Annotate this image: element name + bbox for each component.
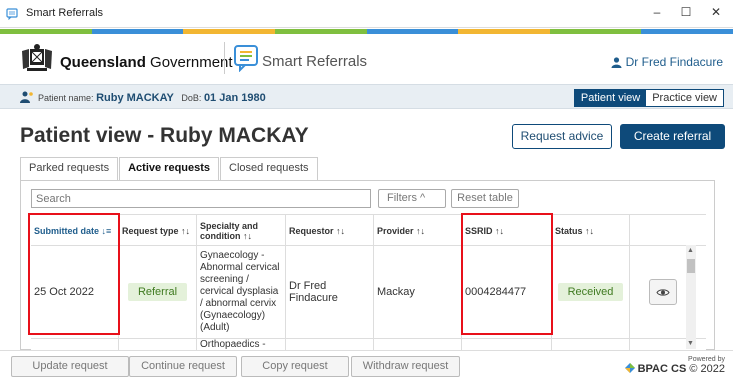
logo-divider: [224, 42, 225, 74]
app-header: Queensland Government Smart Referrals Dr…: [0, 34, 733, 82]
view-toggle: Patient view Practice view: [573, 89, 724, 107]
patient-bar: Patient name: Ruby MACKAY DoB: 01 Jan 19…: [0, 84, 733, 109]
eye-icon: [656, 288, 670, 296]
column-provider[interactable]: Provider ↑↓: [374, 215, 462, 247]
scroll-down-icon[interactable]: ▼: [687, 340, 694, 347]
filters-button[interactable]: Filters ^: [378, 189, 446, 208]
request-type-badge: Referral: [127, 283, 188, 301]
page-title: Patient view - Ruby MACKAY: [20, 124, 309, 147]
maximize-button[interactable]: ☐: [676, 5, 696, 19]
create-referral-button[interactable]: Create referral: [620, 124, 725, 149]
column-specialty[interactable]: Specialty and condition ↑↓: [197, 215, 286, 247]
request-tabs: Parked requests Active requests Closed r…: [20, 157, 319, 181]
patient-name: Ruby MACKAY: [96, 92, 174, 104]
app-name: Smart Referrals: [262, 53, 368, 70]
withdraw-request-button[interactable]: Withdraw request: [351, 356, 460, 377]
scroll-up-icon[interactable]: ▲: [687, 247, 694, 254]
cell-request-type: Referral: [119, 246, 197, 338]
user-name: Dr Fred Findacure: [625, 55, 723, 69]
tab-panel: Filters ^ Reset table Submitted date ↓≡ …: [20, 180, 715, 351]
patient-info: Patient name: Ruby MACKAY DoB: 01 Jan 19…: [38, 92, 266, 104]
continue-request-button[interactable]: Continue request: [129, 356, 237, 377]
table-header: Submitted date ↓≡ Request type ↑↓ Specia…: [31, 214, 706, 247]
smart-referrals-logo-icon: [234, 45, 258, 72]
table-scrollbar[interactable]: ▲ ▼: [686, 245, 696, 349]
window-titlebar: Smart Referrals – ☐ ✕: [0, 0, 733, 28]
cell-status: Received: [552, 246, 630, 338]
column-requestor[interactable]: Requestor ↑↓: [286, 215, 374, 247]
bpac-logo-icon: [624, 363, 635, 373]
column-status[interactable]: Status ↑↓: [552, 215, 630, 247]
footer-actions: Update request Continue request Copy req…: [0, 350, 733, 378]
request-advice-button[interactable]: Request advice: [512, 124, 612, 149]
tab-closed-requests[interactable]: Closed requests: [220, 157, 318, 181]
window-title: Smart Referrals: [26, 7, 104, 19]
column-actions: [630, 215, 706, 247]
patient-dob: 01 Jan 1980: [203, 92, 266, 104]
highlight-ssrid: [461, 213, 553, 335]
minimize-button[interactable]: –: [647, 5, 667, 19]
app-icon: [6, 8, 18, 20]
user-icon: [611, 57, 622, 68]
practice-view-button[interactable]: Practice view: [646, 90, 723, 106]
update-request-button[interactable]: Update request: [11, 356, 129, 377]
tab-active-requests[interactable]: Active requests: [119, 157, 220, 181]
reset-table-button[interactable]: Reset table: [451, 189, 519, 208]
search-input[interactable]: [31, 189, 371, 208]
cell-requestor: Dr Fred Findacure: [286, 246, 374, 338]
tab-parked-requests[interactable]: Parked requests: [20, 157, 119, 181]
patient-view-button[interactable]: Patient view: [574, 90, 647, 106]
patient-icon: [20, 91, 33, 103]
close-button[interactable]: ✕: [706, 5, 726, 19]
powered-by: Powered by BPAC CS © 2022: [624, 356, 725, 375]
column-request-type[interactable]: Request type ↑↓: [119, 215, 197, 247]
scroll-thumb[interactable]: [687, 259, 695, 273]
cell-provider: Mackay: [374, 246, 462, 338]
status-badge: Received: [557, 283, 624, 301]
queensland-crest-icon: [22, 44, 52, 71]
government-logo-text: Queensland Government: [60, 54, 233, 71]
user-menu[interactable]: Dr Fred Findacure: [611, 55, 723, 69]
copy-request-button[interactable]: Copy request: [241, 356, 349, 377]
highlight-submitted-date: [28, 213, 120, 335]
cell-specialty: Gynaecology - Abnormal cervical screenin…: [197, 246, 286, 338]
view-request-button[interactable]: [649, 279, 677, 305]
table-row[interactable]: 25 Oct 2022 Referral Gynaecology - Abnor…: [31, 246, 706, 339]
